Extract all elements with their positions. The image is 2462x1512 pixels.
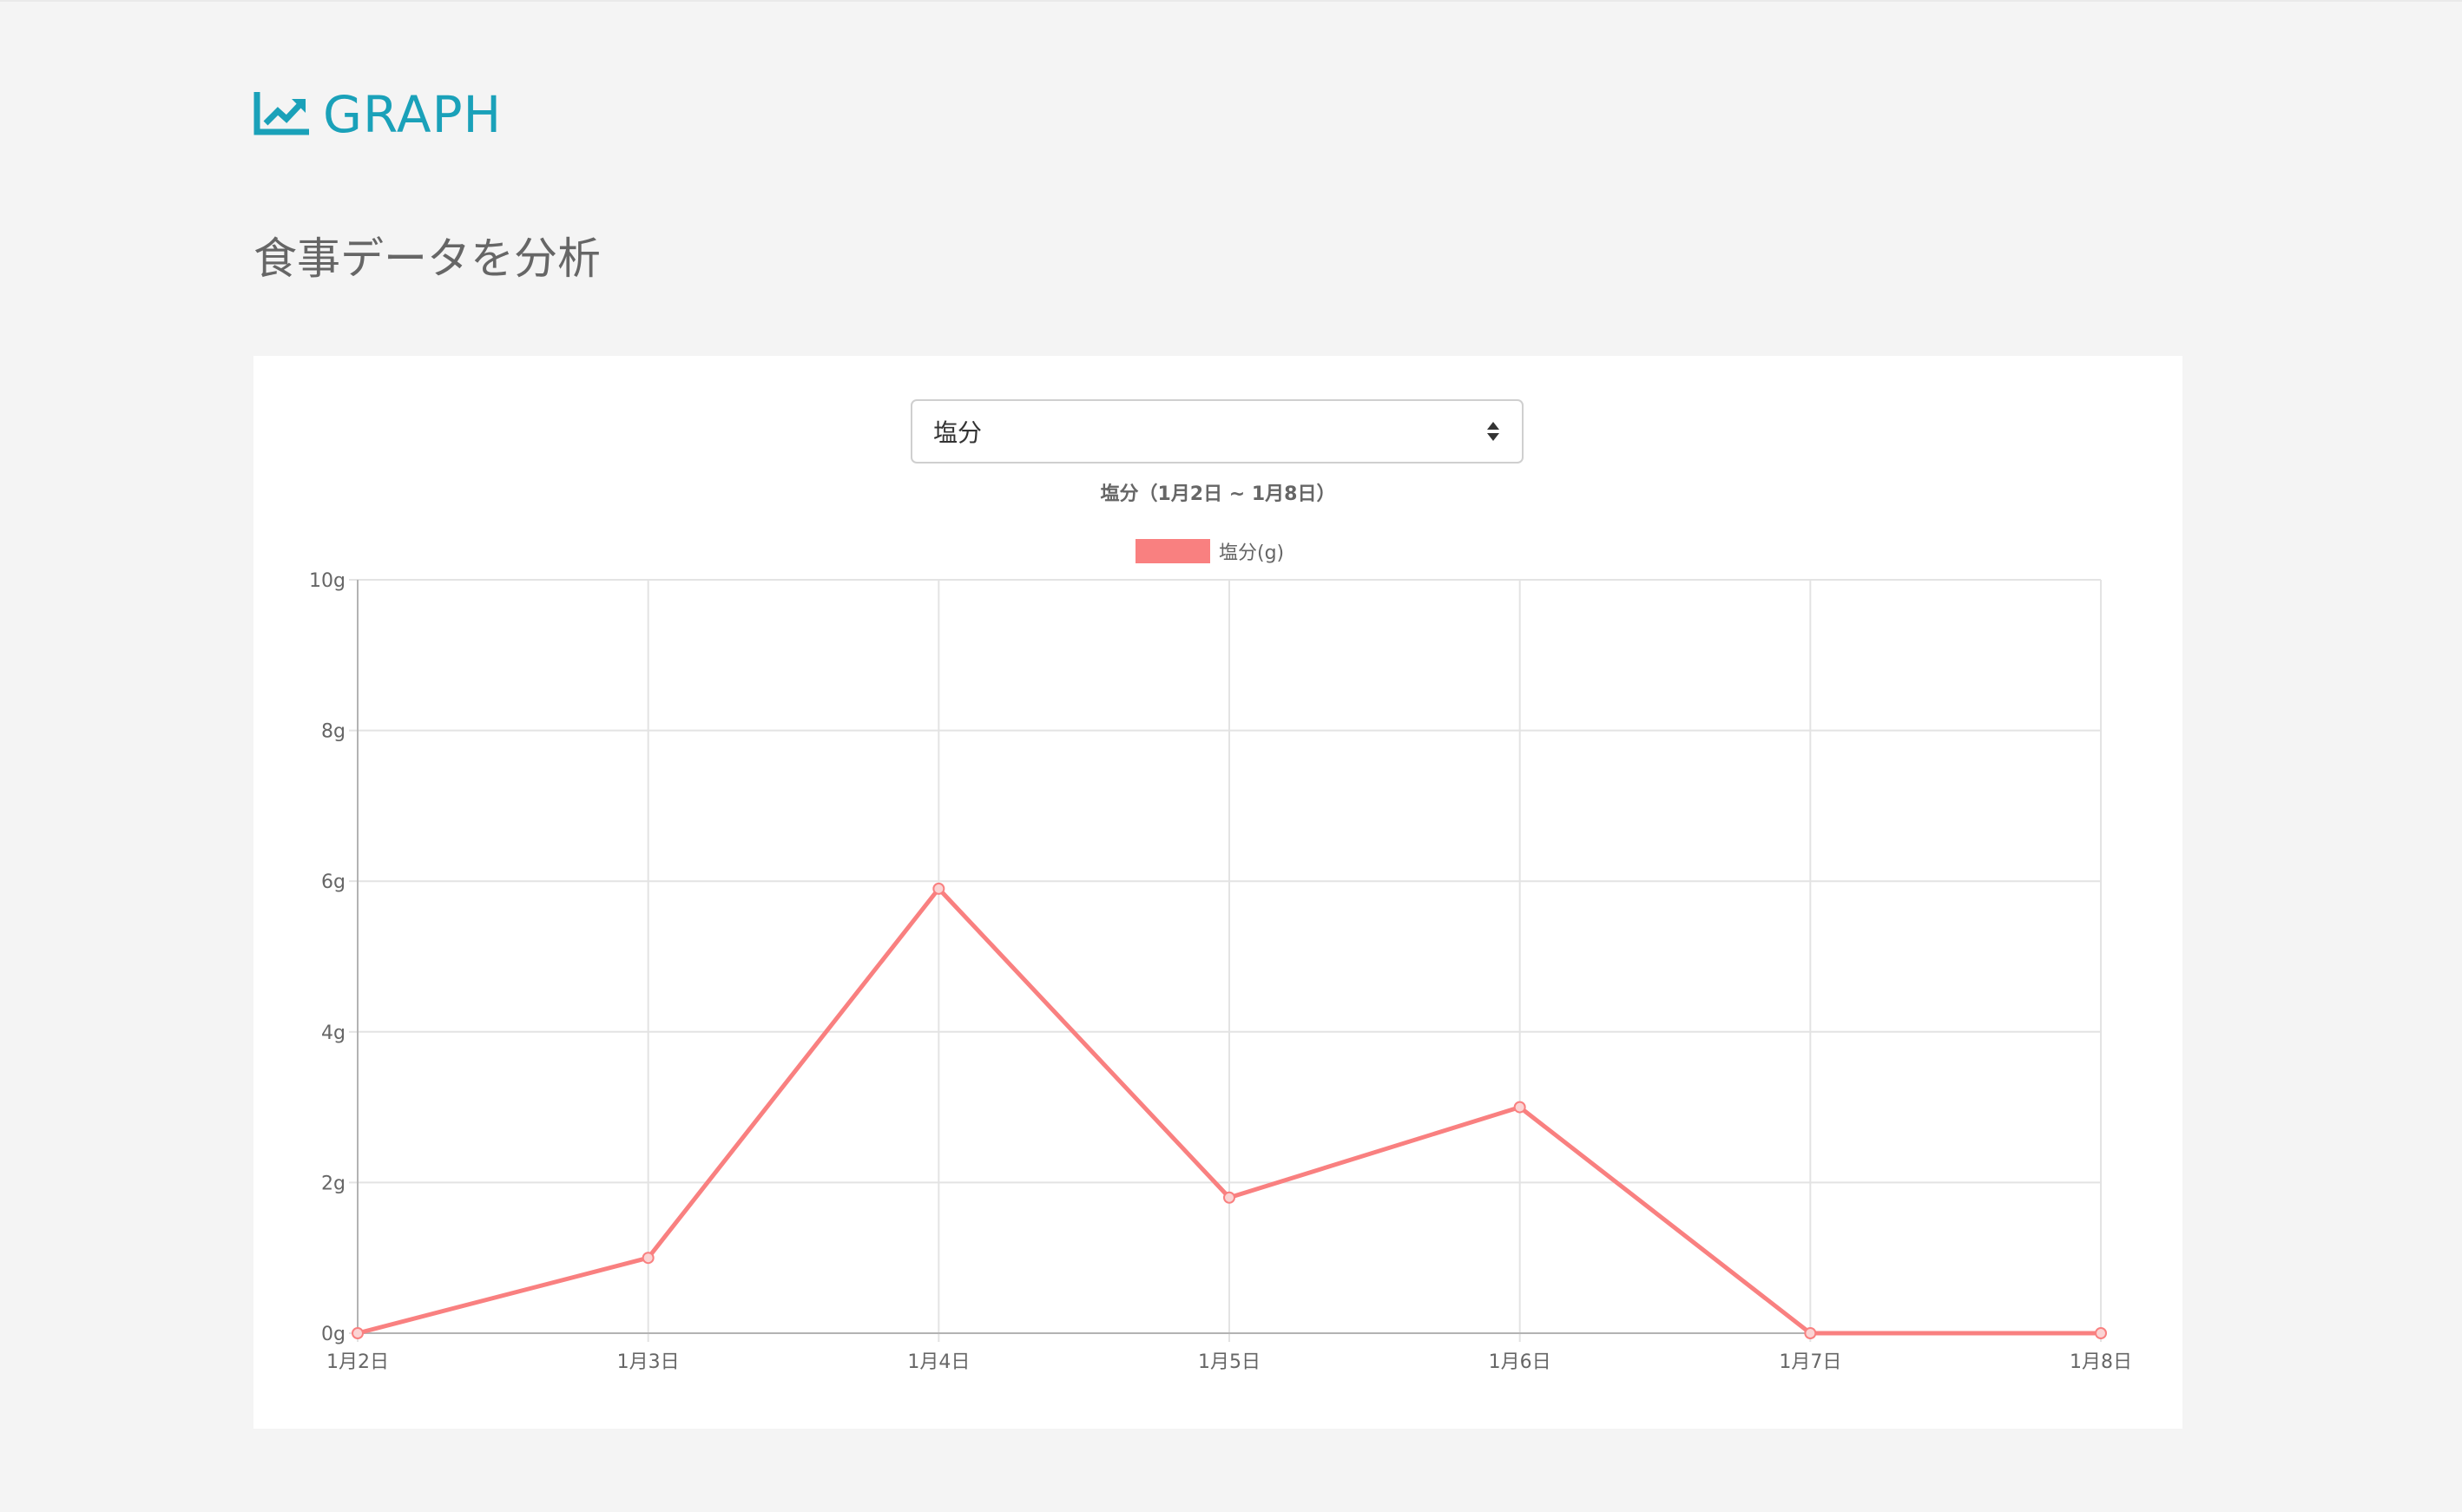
y-tick-label: 6g: [321, 871, 346, 893]
data-point[interactable]: [1804, 1327, 1817, 1339]
data-point[interactable]: [1223, 1191, 1235, 1204]
x-tick-label: 1月5日: [1198, 1351, 1261, 1373]
top-border: [0, 0, 2462, 2]
chart-legend[interactable]: 塩分(g): [1136, 539, 1284, 564]
y-axis-labels: 0g 2g 4g 6g 8g 10g: [309, 570, 346, 1345]
brand[interactable]: GRAPH: [253, 87, 502, 142]
data-point[interactable]: [642, 1252, 655, 1265]
chart-title: 塩分（1月2日 ~ 1月8日）: [1101, 483, 1336, 505]
legend-swatch: [1136, 539, 1210, 563]
salt-line-chart: 塩分（1月2日 ~ 1月8日） 塩分(g) 0g 2g 4g 6g 8g 10g 1月2日…: [309, 483, 2132, 1373]
x-axis-labels: 1月2日 1月3日 1月4日 1月5日 1月6日 1月7日 1月8日: [326, 1351, 2132, 1373]
data-point[interactable]: [932, 882, 945, 895]
x-tick-label: 1月3日: [617, 1351, 680, 1373]
y-tick-label: 4g: [321, 1022, 346, 1044]
x-tick-label: 1月7日: [1779, 1351, 1841, 1373]
chart-grid: [349, 579, 2102, 1342]
x-tick-label: 1月2日: [326, 1351, 389, 1373]
line-chart-icon: [253, 92, 309, 135]
data-point[interactable]: [352, 1327, 364, 1339]
x-tick-label: 1月4日: [907, 1351, 970, 1373]
y-tick-label: 8g: [321, 721, 346, 743]
x-tick-label: 1月6日: [1489, 1351, 1551, 1373]
page-title: 食事データを分析: [253, 233, 601, 284]
x-tick-label: 1月8日: [2070, 1351, 2132, 1373]
data-point[interactable]: [1513, 1101, 1526, 1114]
data-point[interactable]: [2095, 1327, 2107, 1339]
y-tick-label: 10g: [309, 570, 346, 592]
y-tick-label: 0g: [321, 1324, 346, 1345]
y-tick-label: 2g: [321, 1173, 346, 1194]
brand-text: GRAPH: [323, 85, 503, 144]
chart-card: 塩分 塩分（1月2日 ~ 1月8日） 塩分(g) 0g 2g 4g 6g 8g 10g 1…: [253, 356, 2182, 1429]
legend-label: 塩分(g): [1219, 542, 1284, 564]
